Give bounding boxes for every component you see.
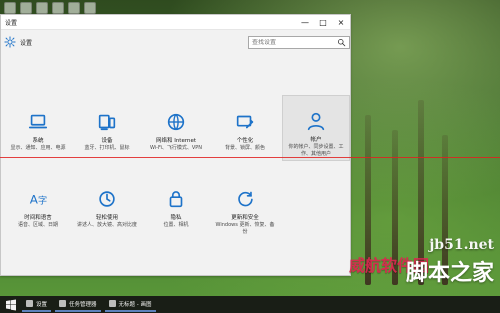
tile-label: 隐私 xyxy=(170,215,182,221)
taskbar-item[interactable]: 无标题 - 画图 xyxy=(104,298,156,312)
desktop-icon[interactable] xyxy=(84,2,96,14)
taskbar-item[interactable]: 设置 xyxy=(22,298,52,312)
tile-label: 帐户 xyxy=(310,137,322,143)
taskbar-item-label: 无标题 - 画图 xyxy=(118,301,152,308)
search-input[interactable] xyxy=(252,39,337,46)
user-icon xyxy=(307,112,325,131)
tile-description: 你的帐户、同步设置、工作、其他用户 xyxy=(288,144,344,157)
globe-icon xyxy=(167,113,185,131)
tile-description: Windows 更新、恢复、备份 xyxy=(215,222,275,235)
lock-icon xyxy=(169,191,183,208)
settings-search[interactable] xyxy=(248,36,350,49)
desktop-icon[interactable] xyxy=(68,2,80,14)
tile-description: 蓝牙、打印机、鼠标 xyxy=(84,145,130,151)
search-icon[interactable] xyxy=(337,38,346,47)
minimize-button[interactable]: — xyxy=(296,15,314,29)
tile-privacy[interactable]: 隐私 位置、相机 xyxy=(142,174,210,240)
tile-system[interactable]: 系统 显示、通知、应用、电源 xyxy=(4,97,72,163)
tile-time-language[interactable]: A 字 时间和语言 语音、区域、日期 xyxy=(4,174,72,240)
close-button[interactable]: × xyxy=(332,15,350,29)
window-titlebar[interactable]: 设置 — □ × xyxy=(1,15,350,30)
devices-icon xyxy=(98,114,116,131)
update-icon xyxy=(238,191,253,207)
tile-description: 讲述人、放大镜、高对比度 xyxy=(77,222,138,228)
app-icon xyxy=(108,300,116,307)
tile-description: Wi-Fi、飞行模式、VPN xyxy=(149,145,203,151)
tile-description: 背景、锁屏、颜色 xyxy=(224,145,265,151)
settings-header: 设置 xyxy=(1,30,350,56)
settings-grid: 系统 显示、通知、应用、电源 设备 蓝牙、打印机、鼠标 网络和 Internet… xyxy=(1,56,352,276)
start-button[interactable] xyxy=(4,298,18,312)
watermark-cn-text: 脚本之家 xyxy=(405,261,494,286)
windows-logo-icon xyxy=(6,299,16,310)
app-icon xyxy=(59,300,67,307)
desktop-icon[interactable] xyxy=(4,2,16,14)
tile-description: 语音、区域、日期 xyxy=(17,222,58,228)
laptop-icon xyxy=(28,114,48,129)
tile-accounts[interactable]: 帐户 你的帐户、同步设置、工作、其他用户 xyxy=(282,95,350,161)
desktop-icon[interactable] xyxy=(20,2,32,14)
taskbar-item-label: 任务管理器 xyxy=(69,301,97,308)
tile-description: 位置、相机 xyxy=(163,222,189,228)
tile-label: 更新和安全 xyxy=(231,215,259,221)
tile-label: 网络和 Internet xyxy=(155,138,197,144)
watermark-url: jb51.net xyxy=(429,237,494,253)
ease-of-access-icon xyxy=(99,191,115,207)
tile-description: 显示、通知、应用、电源 xyxy=(10,145,66,151)
tile-personalization[interactable]: 个性化 背景、锁屏、颜色 xyxy=(211,97,279,163)
settings-title: 设置 xyxy=(20,40,33,47)
taskbar: 设置 任务管理器 无标题 - 画图 xyxy=(0,296,500,313)
watermark: jb51.net 威航软件园 脚本之家 xyxy=(349,237,494,287)
desktop-icon[interactable] xyxy=(36,2,48,14)
taskbar-item[interactable]: 任务管理器 xyxy=(55,298,101,312)
maximize-button[interactable]: □ xyxy=(314,15,332,29)
svg-text:字: 字 xyxy=(38,195,47,207)
tile-update-security[interactable]: 更新和安全 Windows 更新、恢复、备份 xyxy=(211,174,279,240)
red-divider-line xyxy=(0,157,500,158)
window-title: 设置 xyxy=(5,19,18,27)
window-controls: — □ × xyxy=(296,15,350,29)
app-icon xyxy=(26,300,33,307)
tile-ease-of-access[interactable]: 轻松使用 讲述人、放大镜、高对比度 xyxy=(73,174,141,240)
tile-label: 轻松使用 xyxy=(95,215,118,221)
gear-icon xyxy=(4,36,16,48)
tile-label: 系统 xyxy=(32,138,44,144)
tile-network[interactable]: 网络和 Internet Wi-Fi、飞行模式、VPN xyxy=(142,97,210,163)
time-language-icon: A 字 xyxy=(30,193,47,207)
tile-label: 时间和语言 xyxy=(24,215,52,221)
tile-label: 个性化 xyxy=(236,138,254,144)
desktop-icon[interactable] xyxy=(52,2,64,14)
tile-devices[interactable]: 设备 蓝牙、打印机、鼠标 xyxy=(73,97,141,163)
brush-icon xyxy=(236,115,254,129)
tile-label: 设备 xyxy=(101,138,113,144)
settings-window: 设置 — □ × 设置 查找设置 系统 显示、通知、应用、电源 设备 蓝牙、打印… xyxy=(0,14,351,276)
taskbar-item-label: 设置 xyxy=(36,301,48,308)
